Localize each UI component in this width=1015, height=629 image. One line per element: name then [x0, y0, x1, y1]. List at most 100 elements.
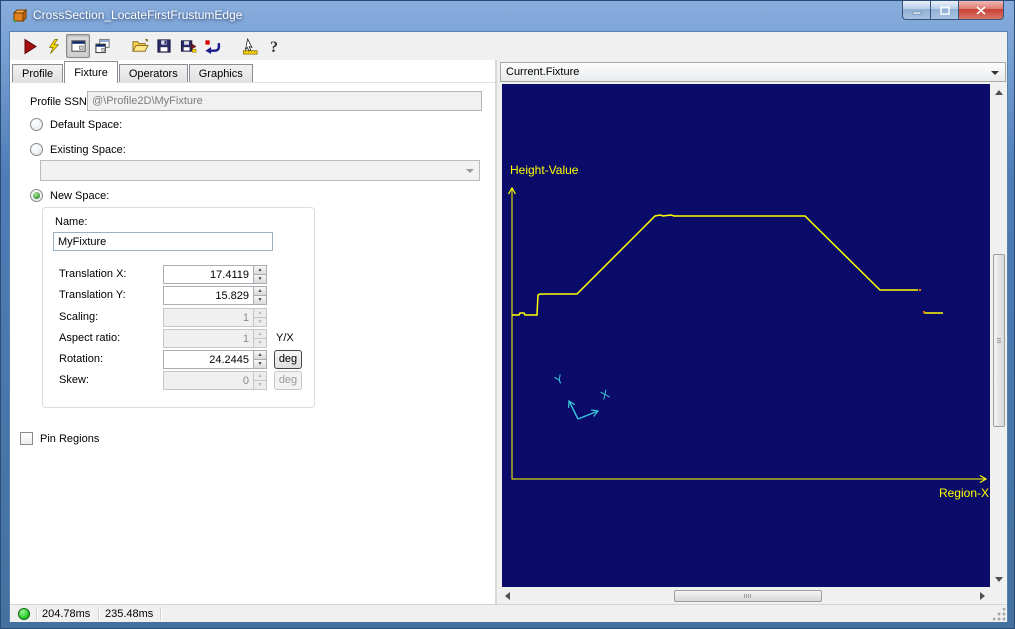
scroll-down-button[interactable]: [992, 571, 1006, 587]
tab-profile[interactable]: Profile: [12, 64, 63, 83]
arrow-right-icon: [980, 592, 985, 600]
chevron-down-icon: [991, 71, 999, 75]
skew-deg-button: deg: [274, 371, 302, 390]
existing-space-label: Existing Space:: [50, 144, 126, 156]
status-bar: 204.78ms 235.48ms: [10, 604, 1007, 622]
translation-x-spinner[interactable]: ▲▼: [253, 265, 267, 284]
name-label: Name:: [55, 216, 87, 228]
fixture-chart[interactable]: Height-Value Region-X X Y: [502, 84, 990, 587]
dialog-view-button[interactable]: [66, 34, 90, 58]
viewer-panel: Current.Fixture Height-Value Region-X X Y: [499, 60, 1007, 604]
tab-fixture[interactable]: Fixture: [64, 61, 118, 83]
viewer-source-value: Current.Fixture: [506, 66, 579, 78]
default-space-label: Default Space:: [50, 119, 122, 131]
existing-space-combobox[interactable]: [40, 160, 480, 181]
window-title: CrossSection_LocateFirstFrustumEdge: [33, 8, 242, 22]
svg-text:Height-Value: Height-Value: [510, 163, 579, 177]
new-space-radio[interactable]: [30, 189, 43, 202]
new-space-label: New Space:: [50, 190, 109, 202]
pin-regions-checkbox[interactable]: [20, 432, 33, 445]
minimize-icon: [912, 6, 922, 15]
save-as-icon: [180, 38, 197, 54]
close-icon: [976, 6, 986, 15]
maximize-icon: [940, 6, 950, 15]
viewer-source-combobox[interactable]: Current.Fixture: [500, 62, 1006, 82]
aspect-ratio-field: ▲▼: [163, 329, 267, 348]
name-input[interactable]: [53, 232, 273, 251]
scaling-label: Scaling:: [59, 311, 98, 323]
new-space-groupbox: Name: Translation X: ▲▼ Translation Y: ▲…: [42, 207, 315, 408]
client-area: ? Profile Fixture Operators Graphics Pro…: [9, 31, 1008, 622]
fixture-chart-svg: Height-Value Region-X X Y: [502, 84, 990, 587]
chart-vertical-scrollbar[interactable]: [992, 84, 1006, 587]
translation-y-input[interactable]: [163, 286, 253, 305]
resize-grip[interactable]: [993, 608, 1006, 621]
status-time-2: 235.48ms: [105, 608, 153, 620]
save-icon: [156, 38, 172, 54]
translation-x-field[interactable]: ▲▼: [163, 265, 267, 284]
default-space-radio[interactable]: [30, 118, 43, 131]
svg-text:Y: Y: [552, 372, 565, 388]
lightning-icon: [46, 38, 62, 55]
arrow-left-icon: [505, 592, 510, 600]
scroll-grip: [997, 338, 1001, 343]
translation-x-input[interactable]: [163, 265, 253, 284]
profile-ssn-input[interactable]: [87, 91, 482, 111]
scaling-input: [163, 308, 253, 327]
tab-operators[interactable]: Operators: [119, 64, 188, 83]
status-separator: [98, 607, 99, 620]
skew-spinner: ▲▼: [253, 371, 267, 390]
app-window: CrossSection_LocateFirstFrustumEdge: [0, 0, 1015, 629]
scroll-up-button[interactable]: [992, 84, 1006, 100]
translation-y-field[interactable]: ▲▼: [163, 286, 267, 305]
svg-text:?: ?: [270, 39, 278, 55]
toolbar: ?: [10, 32, 1007, 60]
svg-text:X: X: [598, 387, 611, 403]
rotation-deg-button[interactable]: deg: [274, 350, 302, 369]
save-button[interactable]: [152, 34, 176, 58]
reset-button[interactable]: [200, 34, 224, 58]
rotation-input[interactable]: [163, 350, 253, 369]
skew-input: [163, 371, 253, 390]
svg-text:Region-X: Region-X: [939, 486, 989, 500]
scaling-field: ▲▼: [163, 308, 267, 327]
chevron-down-icon: [466, 169, 474, 173]
rotation-field[interactable]: ▲▼: [163, 350, 267, 369]
aspect-ratio-suffix: Y/X: [276, 332, 294, 344]
save-as-button[interactable]: [176, 34, 200, 58]
measure-button[interactable]: [238, 34, 262, 58]
tab-graphics[interactable]: Graphics: [189, 64, 253, 83]
cascade-windows-icon: [94, 38, 111, 54]
skew-field: ▲▼: [163, 371, 267, 390]
status-separator: [160, 607, 161, 620]
execute-button[interactable]: [42, 34, 66, 58]
translation-y-spinner[interactable]: ▲▼: [253, 286, 267, 305]
help-button[interactable]: ?: [262, 34, 286, 58]
existing-space-radio[interactable]: [30, 143, 43, 156]
open-button[interactable]: [128, 34, 152, 58]
cascade-windows-button[interactable]: [90, 34, 114, 58]
aspect-ratio-spinner: ▲▼: [253, 329, 267, 348]
help-icon: ?: [267, 38, 281, 55]
chart-horizontal-scrollbar[interactable]: [499, 589, 990, 603]
aspect-ratio-label: Aspect ratio:: [59, 332, 120, 344]
maximize-button[interactable]: [931, 1, 959, 20]
aspect-ratio-input: [163, 329, 253, 348]
close-button[interactable]: [959, 1, 1004, 20]
skew-label: Skew:: [59, 374, 89, 386]
horizontal-scroll-thumb[interactable]: [674, 590, 822, 602]
rotation-label: Rotation:: [59, 353, 103, 365]
run-button[interactable]: [18, 34, 42, 58]
reset-icon: [203, 38, 221, 54]
title-bar[interactable]: CrossSection_LocateFirstFrustumEdge: [1, 1, 1014, 31]
run-icon: [22, 38, 38, 55]
arrow-up-icon: [995, 90, 1003, 95]
minimize-button[interactable]: [902, 1, 931, 20]
open-icon: [131, 38, 149, 54]
scroll-right-button[interactable]: [974, 589, 990, 603]
pin-regions-label: Pin Regions: [40, 433, 99, 445]
rotation-spinner[interactable]: ▲▼: [253, 350, 267, 369]
vertical-scroll-thumb[interactable]: [993, 254, 1005, 427]
scroll-left-button[interactable]: [499, 589, 515, 603]
app-icon: [11, 8, 27, 24]
